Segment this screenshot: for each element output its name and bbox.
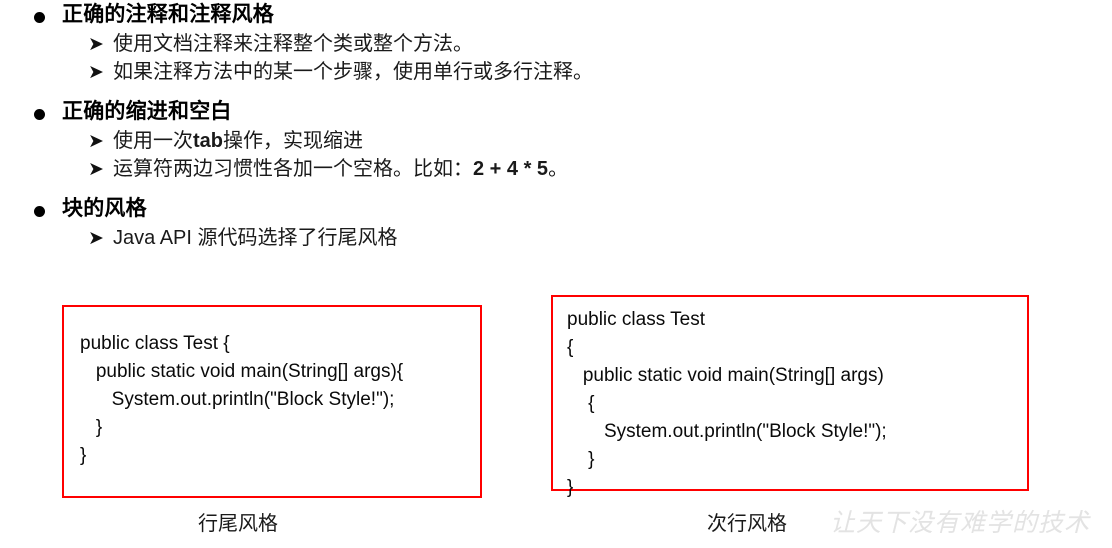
section-heading-text: 正确的注释和注释风格 xyxy=(62,3,274,26)
code-box-next-line-style: public class Test { public static void m… xyxy=(551,295,1029,498)
caption-end-of-line-style: 行尾风格 xyxy=(198,513,278,535)
list-item-label-post: 。 xyxy=(548,158,569,180)
list-item: ➤ Java API 源代码选择了行尾风格 xyxy=(0,224,1112,252)
bullet-section-block-style: 块的风格 ➤ Java API 源代码选择了行尾风格 xyxy=(0,194,1112,252)
section-heading-text: 块的风格 xyxy=(62,197,147,220)
section-heading-indentation: 正确的缩进和空白 xyxy=(0,97,1112,127)
arrow-bullet-icon: ➤ xyxy=(88,33,104,55)
filled-circle-bullet-icon xyxy=(34,12,45,23)
section-heading-text: 正确的缩进和空白 xyxy=(62,100,232,123)
section-heading-block-style: 块的风格 xyxy=(0,194,1112,224)
arrow-bullet-icon: ➤ xyxy=(88,130,104,152)
list-item-label-pre: 运算符两边习惯性各加一个空格。比如： xyxy=(113,158,473,180)
list-item: ➤ 使用一次tab操作，实现缩进 xyxy=(0,127,1112,155)
filled-circle-bullet-icon xyxy=(34,206,45,217)
code-block: public class Test { public static void m… xyxy=(567,309,887,498)
watermark: 让天下没有难学的技术 xyxy=(830,508,1091,537)
code-block: public class Test { public static void m… xyxy=(80,333,404,466)
bullet-section-indentation: 正确的缩进和空白 ➤ 使用一次tab操作，实现缩进 ➤ 运算符两边习惯性各加一个… xyxy=(0,97,1112,183)
list-item-label: 使用文档注释来注释整个类或整个方法。 xyxy=(113,33,473,55)
list-item-label-emphasis: 2 + 4 * 5 xyxy=(473,158,549,180)
filled-circle-bullet-icon xyxy=(34,109,45,120)
arrow-bullet-icon: ➤ xyxy=(88,61,104,83)
slide-content: 正确的注释和注释风格 ➤ 使用文档注释来注释整个类或整个方法。 ➤ 如果注释方法… xyxy=(0,0,1112,252)
arrow-bullet-icon: ➤ xyxy=(88,158,104,180)
list-item-label: 如果注释方法中的某一个步骤，使用单行或多行注释。 xyxy=(113,61,593,83)
code-box-end-of-line-style: public class Test { public static void m… xyxy=(62,305,482,498)
list-item: ➤ 如果注释方法中的某一个步骤，使用单行或多行注释。 xyxy=(0,58,1112,86)
section-heading-comments: 正确的注释和注释风格 xyxy=(0,0,1112,30)
list-item-label: Java API 源代码选择了行尾风格 xyxy=(113,227,398,249)
list-item-label-post: 操作，实现缩进 xyxy=(223,130,363,152)
list-item-label-emphasis: tab xyxy=(193,130,223,152)
caption-next-line-style: 次行风格 xyxy=(707,513,787,535)
list-item-label-pre: 使用一次 xyxy=(113,130,193,152)
list-item: ➤ 运算符两边习惯性各加一个空格。比如：2 + 4 * 5。 xyxy=(0,155,1112,183)
list-item: ➤ 使用文档注释来注释整个类或整个方法。 xyxy=(0,30,1112,58)
arrow-bullet-icon: ➤ xyxy=(88,227,104,249)
bullet-section-comments: 正确的注释和注释风格 ➤ 使用文档注释来注释整个类或整个方法。 ➤ 如果注释方法… xyxy=(0,0,1112,86)
